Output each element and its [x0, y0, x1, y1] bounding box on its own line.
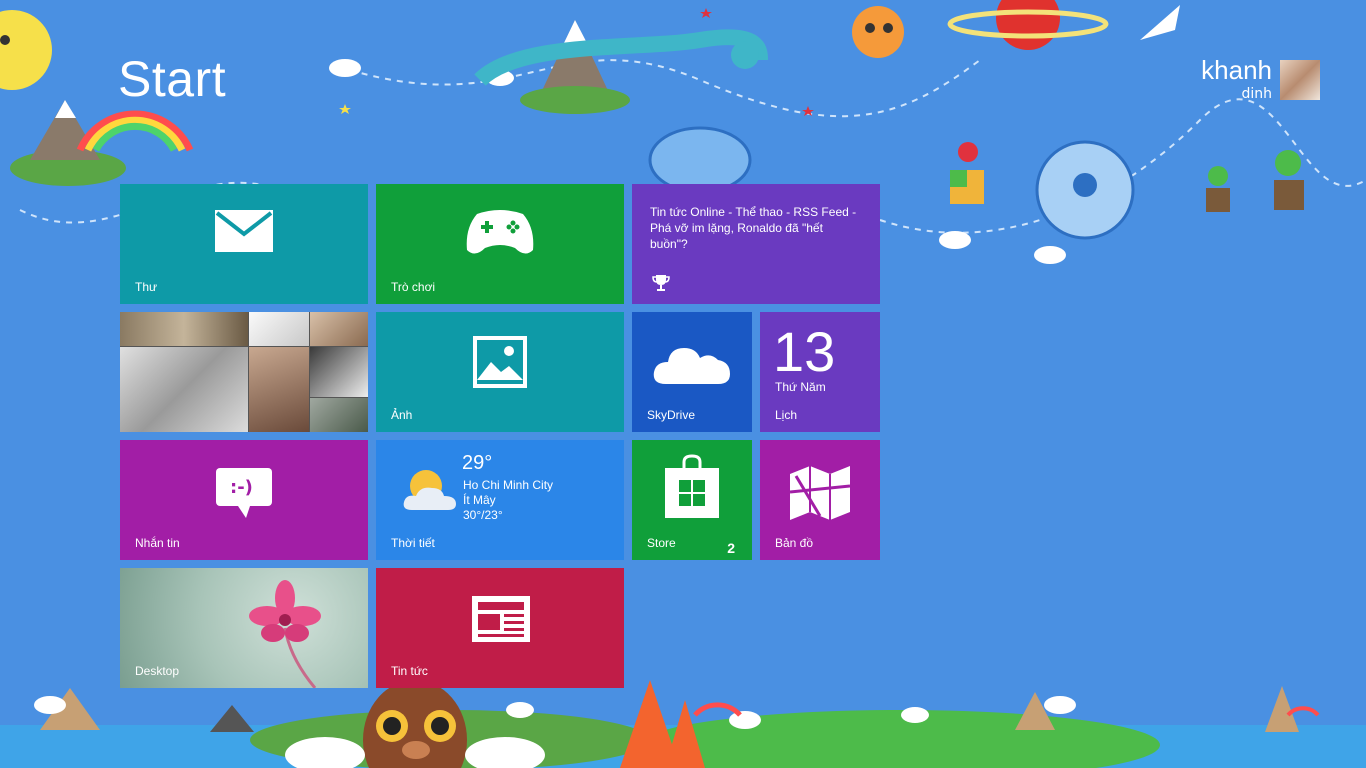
tile-label: Thời tiết — [391, 536, 435, 550]
tile-label: SkyDrive — [647, 408, 696, 422]
weather-condition: Ít Mây — [463, 493, 496, 507]
partly-cloudy-icon — [403, 470, 456, 510]
svg-text::-): :-) — [230, 477, 253, 498]
tile-label: Desktop — [135, 664, 180, 678]
user-name: khanh — [1201, 55, 1272, 85]
calendar-weekday: Thứ Năm — [775, 380, 826, 394]
map-icon — [790, 466, 850, 520]
tile-games[interactable]: Trò chơi — [376, 184, 624, 304]
tile-maps[interactable]: Bản đồ — [760, 440, 880, 560]
tile-label: Lịch — [775, 408, 798, 422]
photo-thumbnail — [120, 312, 248, 346]
user-subtitle: dinh — [1241, 86, 1272, 102]
newspaper-icon — [472, 596, 530, 642]
avatar — [1280, 60, 1320, 100]
tile-photos[interactable]: Ảnh — [376, 312, 624, 432]
chat-bubble-icon: :-) — [216, 468, 272, 518]
flower-wallpaper — [249, 580, 321, 688]
tile-desktop[interactable]: Desktop — [120, 568, 368, 688]
page-title: Start — [118, 51, 227, 107]
notification-badge: 2 — [727, 540, 735, 556]
trophy-icon — [652, 275, 670, 291]
weather-temperature: 29° — [462, 452, 493, 474]
tile-store[interactable]: Store 2 — [632, 440, 752, 560]
photo-thumbnail — [310, 312, 368, 346]
tile-label: Tin tức — [391, 664, 428, 678]
xbox-controller-icon — [466, 210, 534, 254]
tile-news-feed[interactable]: Tin tức Online - Thể thao - RSS Feed - P… — [632, 184, 880, 304]
tile-messaging[interactable]: :-) Nhắn tin — [120, 440, 368, 560]
photo-thumbnail — [249, 347, 309, 432]
photo-thumbnail — [310, 398, 368, 432]
photo-thumbnail — [120, 347, 248, 432]
weather-range: 30°/23° — [463, 508, 503, 522]
calendar-day-number: 13 — [773, 320, 836, 383]
picture-icon — [473, 336, 527, 388]
tile-calendar[interactable]: 13 Thứ Năm Lịch — [760, 312, 880, 432]
tile-news[interactable]: Tin tức — [376, 568, 624, 688]
tile-weather[interactable]: 29° Ho Chi Minh City Ít Mây 30°/23° Thời… — [376, 440, 624, 560]
tile-label: Store — [647, 536, 676, 550]
photo-thumbnail — [249, 312, 309, 346]
tile-label: Thư — [135, 280, 158, 294]
mail-icon — [215, 210, 273, 252]
photo-thumbnail — [310, 347, 368, 397]
tile-label: Nhắn tin — [135, 536, 180, 550]
weather-city: Ho Chi Minh City — [463, 478, 554, 492]
tile-label: Bản đồ — [775, 536, 814, 550]
tile-label: Trò chơi — [391, 280, 436, 294]
shopping-bag-icon — [665, 454, 719, 518]
tile-mail[interactable]: Thư — [120, 184, 368, 304]
tile-people[interactable] — [120, 312, 368, 432]
cloud-icon — [653, 348, 730, 384]
tile-label: Ảnh — [391, 408, 413, 422]
news-headline: Tin tức Online - Thể thao - RSS Feed - P… — [650, 205, 857, 251]
tile-skydrive[interactable]: SkyDrive — [632, 312, 752, 432]
